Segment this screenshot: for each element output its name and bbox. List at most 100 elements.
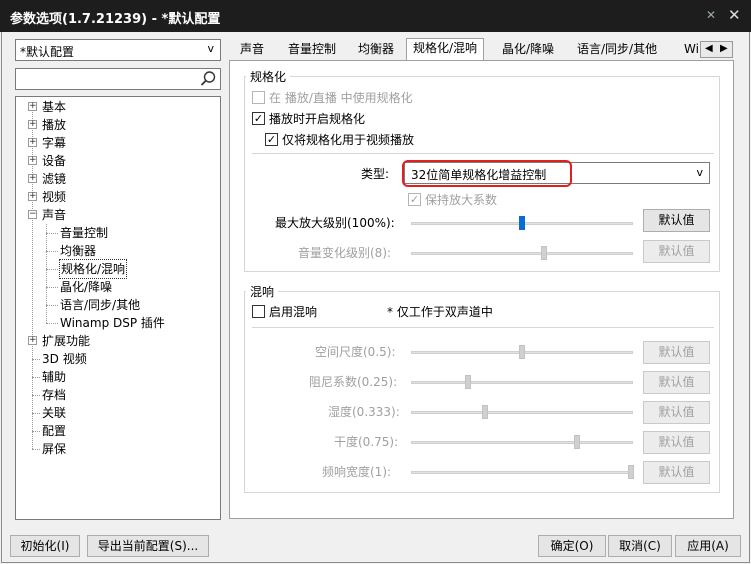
profile-dropdown[interactable]: *默认配置 v (15, 39, 221, 61)
tree-item-label: 3D 视频 (42, 352, 87, 366)
stereo-only-note: * 仅工作于双声道中 (387, 305, 493, 319)
damping-label: 阻尼系数(0.25): (309, 375, 398, 389)
collapse-icon[interactable]: − (28, 210, 37, 219)
close-icon[interactable]: ✕ (728, 6, 741, 24)
slider-track (411, 252, 633, 255)
tab-sound[interactable]: 声音 (234, 40, 270, 61)
use-in-broadcast-label: 在 播放/直播 中使用规格化 (269, 91, 413, 105)
width-label: 频响宽度(1): (322, 465, 392, 479)
max-level-slider[interactable] (411, 216, 633, 230)
slider-thumb[interactable] (519, 216, 525, 230)
tree-item-label: 视频 (42, 190, 67, 204)
search-icon[interactable] (199, 70, 217, 88)
checkbox-box: ✓ (265, 133, 278, 146)
pin-icon[interactable]: ✕ (706, 8, 716, 22)
volume-change-slider[interactable] (411, 246, 633, 260)
enable-on-play-label: 播放时开启规格化 (269, 112, 366, 126)
expand-icon[interactable]: + (28, 138, 37, 147)
normalize-group-title: 规格化 (246, 68, 291, 85)
divider (252, 327, 714, 328)
slider-track (411, 471, 633, 474)
damping-slider[interactable] (411, 375, 633, 389)
scroll-left-icon[interactable]: ◀ (705, 43, 713, 54)
width-slider[interactable] (411, 465, 634, 479)
tree-item-label: 语言/同步/其他 (60, 298, 141, 312)
tree-item-label: 设备 (42, 154, 67, 168)
tree-connector (32, 395, 40, 396)
tree-connector (46, 251, 58, 252)
expand-icon[interactable]: + (28, 192, 37, 201)
damping-default-button[interactable]: 默认值 (643, 371, 710, 394)
tree-connector (46, 305, 58, 306)
slider-thumb[interactable] (519, 345, 525, 359)
tree-connector (32, 377, 40, 378)
wet-slider[interactable] (411, 405, 633, 419)
tree-item-label: 滤镜 (42, 172, 67, 186)
video-only-label: 仅将规格化用于视频播放 (282, 133, 415, 147)
slider-track (411, 381, 633, 384)
slider-thumb[interactable] (574, 435, 580, 449)
expand-icon[interactable]: + (28, 156, 37, 165)
type-label: 类型: (361, 167, 390, 181)
width-default-button[interactable]: 默认值 (643, 461, 710, 484)
checkbox-box: ✓ (408, 193, 421, 206)
tab-equalizer[interactable]: 均衡器 (352, 40, 400, 61)
search-box (15, 68, 221, 90)
expand-icon[interactable]: + (28, 102, 37, 111)
tree-connector (32, 431, 40, 432)
tree-item-label: 关联 (42, 406, 67, 420)
apply-button[interactable]: 应用(A) (675, 535, 741, 557)
tab-normalize-reverb[interactable]: 规格化/混响 (406, 38, 485, 62)
cancel-button[interactable]: 取消(C) (608, 535, 672, 557)
expand-icon[interactable]: + (28, 120, 37, 129)
keep-factor-label: 保持放大系数 (425, 193, 498, 207)
tree-connector (46, 269, 58, 270)
slider-thumb[interactable] (628, 465, 634, 479)
tree-item-label: 规格化/混响 (58, 259, 128, 279)
checkbox-box (252, 305, 265, 318)
expand-icon[interactable]: + (28, 336, 37, 345)
slider-thumb[interactable] (482, 405, 488, 419)
wet-label: 湿度(0.333): (328, 405, 400, 419)
ok-button[interactable]: 确定(O) (538, 535, 606, 557)
chevron-down-icon: v (696, 166, 703, 179)
tree-item-label: 声音 (42, 208, 67, 222)
divider (252, 153, 714, 154)
export-config-button[interactable]: 导出当前配置(S)... (87, 535, 209, 557)
room-size-label: 空间尺度(0.5): (315, 345, 396, 359)
tab-volume-control[interactable]: 音量控制 (282, 40, 342, 61)
tree-item-label: 屏保 (42, 442, 67, 456)
scroll-right-icon[interactable]: ▶ (720, 43, 728, 54)
room-size-default-button[interactable]: 默认值 (643, 341, 710, 364)
tree-item-label: 晶化/降噪 (60, 280, 113, 294)
tree-item-label: 基本 (42, 100, 67, 114)
tree-connector (32, 449, 40, 450)
expand-icon[interactable]: + (28, 174, 37, 183)
slider-thumb[interactable] (541, 246, 547, 260)
search-input[interactable] (18, 71, 198, 87)
settings-tree: + 基本 + 播放 + 字幕 + 设备 + 滤镜 + 视频 − 声音 音量控制 均衡器 规格化/混响 晶化/降噪语… (15, 96, 221, 520)
tree-connector (46, 233, 58, 234)
tab-crystalize-denoise[interactable]: 晶化/降噪 (496, 40, 560, 61)
dry-slider[interactable] (411, 435, 633, 449)
tree-item-label: Winamp DSP 插件 (60, 316, 165, 330)
wet-default-button[interactable]: 默认值 (643, 401, 710, 424)
title-bar: 参数选项(1.7.21239) - *默认配置 ✕ ✕ (0, 0, 751, 32)
slider-thumb[interactable] (465, 375, 471, 389)
tree-item-label: 音量控制 (60, 226, 109, 240)
room-size-slider[interactable] (411, 345, 633, 359)
tree-item-label: 播放 (42, 118, 67, 132)
tab-language-sync-other[interactable]: 语言/同步/其他 (571, 40, 663, 61)
window-title: 参数选项(1.7.21239) - *默认配置 (10, 12, 221, 27)
volume-change-default-button[interactable]: 默认值 (643, 240, 710, 263)
reverb-group-title: 混响 (246, 283, 279, 300)
tree-item-label: 均衡器 (60, 244, 97, 258)
tab-scroll-buttons: ◀ ▶ (700, 41, 733, 58)
slider-track (411, 441, 633, 444)
max-level-default-button[interactable]: 默认值 (643, 209, 710, 232)
dry-default-button[interactable]: 默认值 (643, 431, 710, 454)
reset-button[interactable]: 初始化(I) (10, 535, 80, 557)
tree-connector (32, 359, 40, 360)
tree-connector (46, 323, 58, 324)
tree-item-label: 扩展功能 (42, 334, 91, 348)
